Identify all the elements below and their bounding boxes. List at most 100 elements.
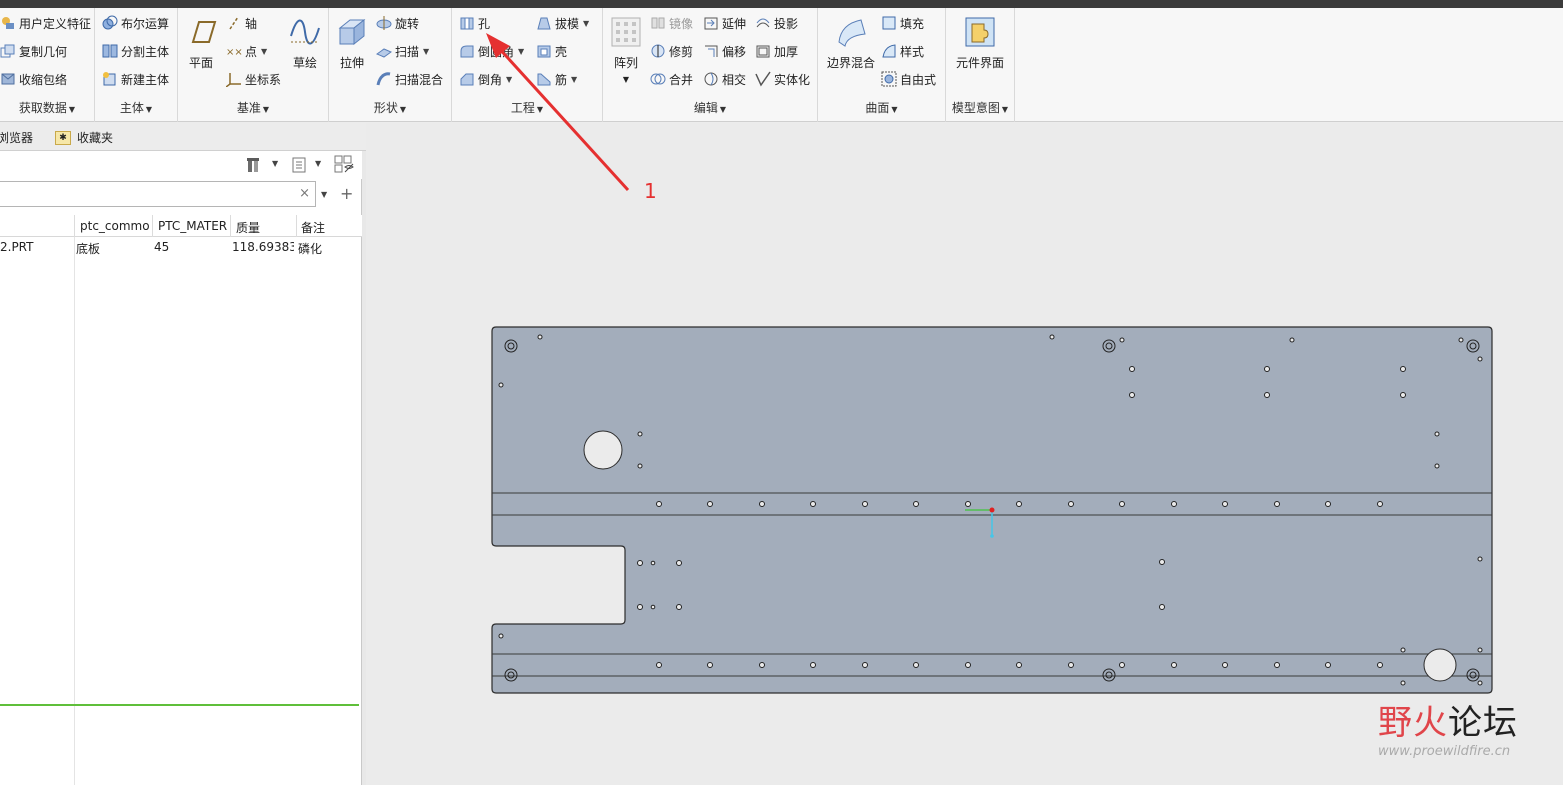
draft-button[interactable]: 拔模 ▼: [536, 13, 589, 33]
sweep-button[interactable]: 扫描 ▼: [375, 41, 429, 61]
round-button[interactable]: 倒圆角 ▼: [459, 41, 524, 61]
plane-label: 平面: [188, 56, 213, 70]
group-engineering-label[interactable]: 工程 ▼: [452, 99, 602, 116]
revolve-label: 旋转: [395, 16, 420, 31]
sketch-button[interactable]: 草绘: [288, 16, 322, 71]
group-datum-label[interactable]: 基准 ▼: [178, 99, 328, 116]
extend-icon: [703, 15, 719, 31]
add-icon[interactable]: +: [340, 184, 353, 203]
rib-icon: [536, 71, 552, 87]
boundary-blend-button[interactable]: 边界混合: [823, 16, 879, 71]
offset-button[interactable]: 偏移: [703, 41, 746, 61]
shell-button[interactable]: 壳: [536, 41, 567, 61]
intersect-button[interactable]: 相交: [703, 69, 746, 89]
boolean-button[interactable]: 布尔运算: [102, 13, 169, 33]
column-header-ptc-common[interactable]: ptc_commo: [80, 219, 150, 233]
trim-button[interactable]: 修剪: [650, 41, 693, 61]
new-body-button[interactable]: 新建主体: [102, 69, 169, 89]
column-header-ptc-material[interactable]: PTC_MATER: [158, 219, 228, 233]
freestyle-button[interactable]: 自由式: [881, 69, 936, 89]
pattern-button[interactable]: 阵列 ▼: [609, 16, 643, 84]
watermark: 野火论坛 www.proewildfire.cn: [1378, 704, 1548, 759]
offset-label: 偏移: [722, 44, 747, 59]
graphics-window[interactable]: [366, 123, 1563, 785]
group-shapes-label[interactable]: 形状 ▼: [329, 99, 451, 116]
swept-blend-button[interactable]: 扫描混合: [376, 69, 443, 89]
axis-button[interactable]: 轴: [226, 13, 257, 33]
group-model-intent-label[interactable]: 模型意图 ▼: [946, 99, 1014, 116]
shrinkwrap-label: 收缩包络: [19, 72, 68, 87]
fill-button[interactable]: 填充: [881, 13, 924, 33]
split-body-button[interactable]: 分割主体: [102, 41, 169, 61]
chevron-down-icon[interactable]: ▼: [272, 159, 278, 168]
copy-geometry-label: 复制几何: [19, 44, 68, 59]
group-editing-label[interactable]: 编辑 ▼: [603, 99, 817, 116]
merge-button[interactable]: 合并: [650, 69, 693, 89]
user-defined-feature-button[interactable]: 用户定义特征: [0, 13, 91, 33]
rib-button[interactable]: 筋 ▼: [536, 69, 577, 89]
thicken-button[interactable]: 加厚: [755, 41, 798, 61]
chevron-down-icon: ▼: [399, 105, 407, 114]
filter-icon[interactable]: [334, 155, 354, 175]
group-get-data: 用户定义特征 复制几何 收缩包络 获取数据 ▼: [0, 8, 95, 122]
chevron-down-icon[interactable]: ▼: [315, 159, 321, 168]
solidify-label: 实体化: [774, 72, 811, 87]
clear-search-icon[interactable]: ×: [299, 186, 310, 201]
settings-icon[interactable]: [246, 156, 264, 174]
boolean-icon: [102, 15, 118, 31]
project-icon: [755, 15, 771, 31]
column-divider[interactable]: [230, 215, 231, 237]
show-icon[interactable]: [290, 156, 308, 174]
pattern-label: 阵列: [613, 56, 638, 70]
column-divider[interactable]: [152, 215, 153, 237]
column-divider[interactable]: [74, 215, 75, 237]
chamfer-button[interactable]: 倒角 ▼: [459, 69, 512, 89]
favorites-icon: ✱: [55, 130, 71, 145]
hole-button[interactable]: 孔: [459, 13, 490, 33]
style-button[interactable]: 样式: [881, 41, 924, 61]
svg-text:××: ××: [226, 47, 242, 58]
tab-browser[interactable]: 浏览器: [0, 129, 33, 146]
chevron-down-icon: ▼: [506, 74, 513, 84]
column-header-note[interactable]: 备注: [301, 219, 357, 236]
project-button[interactable]: 投影: [755, 13, 798, 33]
plane-icon: [185, 16, 217, 48]
group-body-label[interactable]: 主体 ▼: [95, 99, 177, 116]
chevron-down-icon: ▼: [68, 105, 76, 114]
merge-icon: [650, 71, 666, 87]
sketch-label: 草绘: [292, 56, 317, 70]
plane-button[interactable]: 平面: [184, 16, 218, 71]
point-button[interactable]: ×× 点 ▼: [226, 41, 267, 61]
annotation-label: 1: [644, 179, 657, 203]
shrinkwrap-button[interactable]: 收缩包络: [0, 69, 67, 89]
trim-label: 修剪: [669, 44, 694, 59]
trim-icon: [650, 43, 666, 59]
split-body-icon: [102, 43, 118, 59]
column-header-mass[interactable]: 质量: [236, 219, 292, 236]
column-divider[interactable]: [296, 215, 297, 237]
udf-icon: [0, 15, 16, 31]
split-body-label: 分割主体: [121, 44, 170, 59]
cell-note: 磷化: [298, 242, 323, 256]
group-surfaces-label[interactable]: 曲面 ▼: [818, 99, 945, 116]
search-input[interactable]: ×: [0, 181, 316, 207]
insert-indicator[interactable]: [0, 704, 359, 706]
solidify-button[interactable]: 实体化: [755, 69, 810, 89]
mirror-button[interactable]: 镜像: [650, 13, 693, 33]
group-body: 布尔运算 分割主体 新建主体 主体 ▼: [95, 8, 178, 122]
csys-button[interactable]: 坐标系: [225, 69, 281, 89]
tab-favorites[interactable]: ✱ 收藏夹: [55, 129, 113, 146]
component-interface-button[interactable]: 元件界面: [952, 16, 1008, 71]
extrude-button[interactable]: 拉伸: [335, 16, 369, 71]
extend-button[interactable]: 延伸: [703, 13, 746, 33]
fill-label: 填充: [900, 16, 925, 31]
group-get-data-label[interactable]: 获取数据 ▼: [0, 99, 94, 116]
chevron-down-icon[interactable]: ▼: [321, 190, 327, 199]
revolve-button[interactable]: 旋转: [376, 13, 419, 33]
mirror-icon: [650, 15, 666, 31]
mirror-label: 镜像: [669, 16, 694, 31]
draft-icon: [536, 15, 552, 31]
copy-geometry-button[interactable]: 复制几何: [0, 41, 67, 61]
shell-label: 壳: [555, 44, 568, 59]
cell-material: 45: [154, 240, 170, 254]
